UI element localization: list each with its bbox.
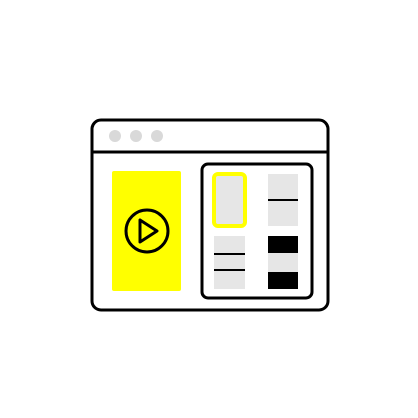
window-dot-2	[130, 130, 142, 142]
browser-window-icon	[90, 118, 330, 312]
video-panel	[112, 171, 181, 291]
window-dot-1	[109, 130, 121, 142]
gallery-tile-4-bottom-bar	[268, 272, 298, 289]
video-thumbnail-icon	[112, 171, 181, 291]
illustration-canvas	[0, 0, 418, 418]
gallery-tile-selected	[212, 172, 247, 228]
window-dot-3	[151, 130, 163, 142]
gallery-tile-3	[214, 236, 245, 289]
window-control-dots-icon	[109, 130, 163, 142]
thumbnail-grid-icon	[200, 162, 314, 300]
gallery-tile-4-top-bar	[268, 236, 298, 253]
